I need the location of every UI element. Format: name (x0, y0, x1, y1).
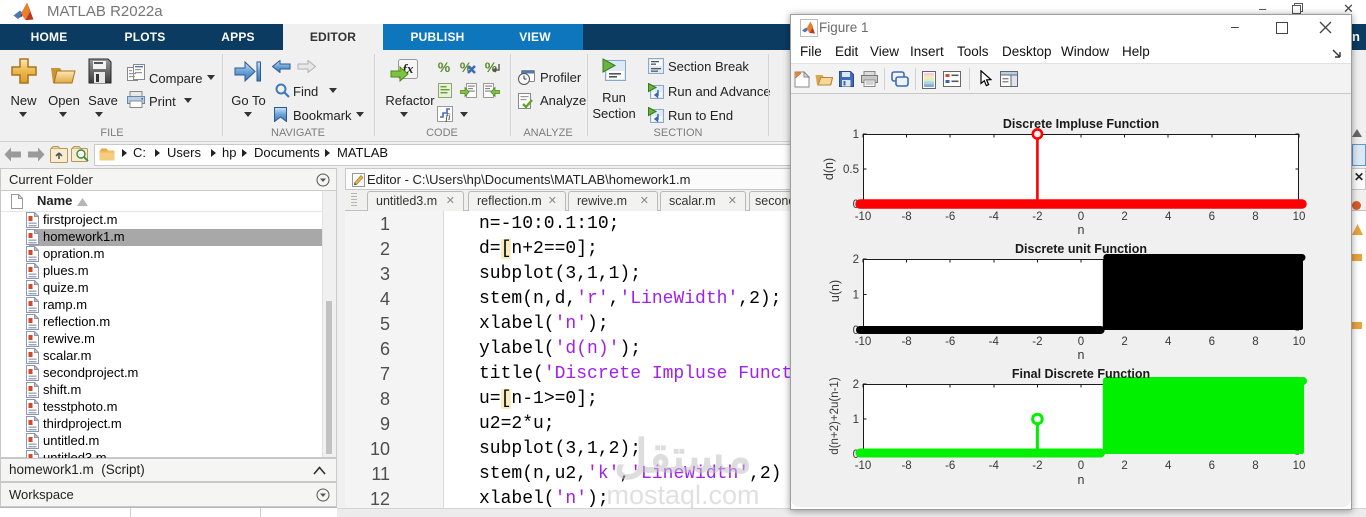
svg-text:-4: -4 (989, 460, 1000, 472)
svg-text:d(n): d(n) (822, 158, 836, 180)
svg-text:-6: -6 (945, 336, 955, 348)
svg-text:-10: -10 (855, 460, 872, 472)
svg-text:6: 6 (1209, 211, 1215, 223)
svg-text:0: 0 (1078, 211, 1084, 223)
svg-text:0: 0 (1078, 336, 1084, 348)
svg-text:-8: -8 (901, 211, 911, 223)
svg-text:-6: -6 (945, 211, 955, 223)
svg-text:0: 0 (1078, 460, 1084, 472)
svg-text:10: 10 (1293, 460, 1306, 472)
svg-text:-4: -4 (989, 211, 1000, 223)
svg-text:4: 4 (1165, 460, 1172, 472)
svg-text:8: 8 (1252, 211, 1258, 223)
svg-text:2: 2 (1121, 211, 1127, 223)
svg-text:8: 8 (1252, 460, 1258, 472)
svg-text:2: 2 (1121, 460, 1127, 472)
svg-text:4: 4 (1165, 336, 1172, 348)
svg-text:-6: -6 (945, 460, 955, 472)
svg-text:-10: -10 (855, 211, 872, 223)
svg-text:n: n (1078, 223, 1085, 237)
svg-text:-8: -8 (901, 336, 911, 348)
svg-text:-2: -2 (1032, 460, 1042, 472)
svg-text:%: % (438, 60, 451, 75)
svg-text:6: 6 (1209, 336, 1215, 348)
svg-text:-8: -8 (901, 460, 911, 472)
svg-text:n: n (1078, 473, 1085, 487)
svg-text:2: 2 (1121, 336, 1127, 348)
svg-text:fi: fi (445, 112, 451, 122)
svg-text:u(n): u(n) (828, 280, 842, 302)
svg-text:4: 4 (1165, 211, 1172, 223)
svg-text:1: 1 (853, 414, 859, 426)
svg-text:%: % (485, 60, 498, 75)
svg-text:6: 6 (1209, 460, 1215, 472)
svg-text:0.5: 0.5 (843, 164, 859, 176)
svg-text:-2: -2 (1032, 211, 1042, 223)
svg-text:1: 1 (853, 290, 859, 302)
svg-text:n: n (1078, 348, 1085, 362)
svg-text:10: 10 (1293, 336, 1306, 348)
svg-text:-2: -2 (1032, 336, 1042, 348)
svg-text:-10: -10 (855, 336, 872, 348)
svg-text:-4: -4 (989, 336, 1000, 348)
svg-text:10: 10 (1293, 211, 1306, 223)
svg-text:8: 8 (1252, 336, 1258, 348)
svg-text:d(n+2)+2u(n-1): d(n+2)+2u(n-1) (829, 377, 841, 455)
